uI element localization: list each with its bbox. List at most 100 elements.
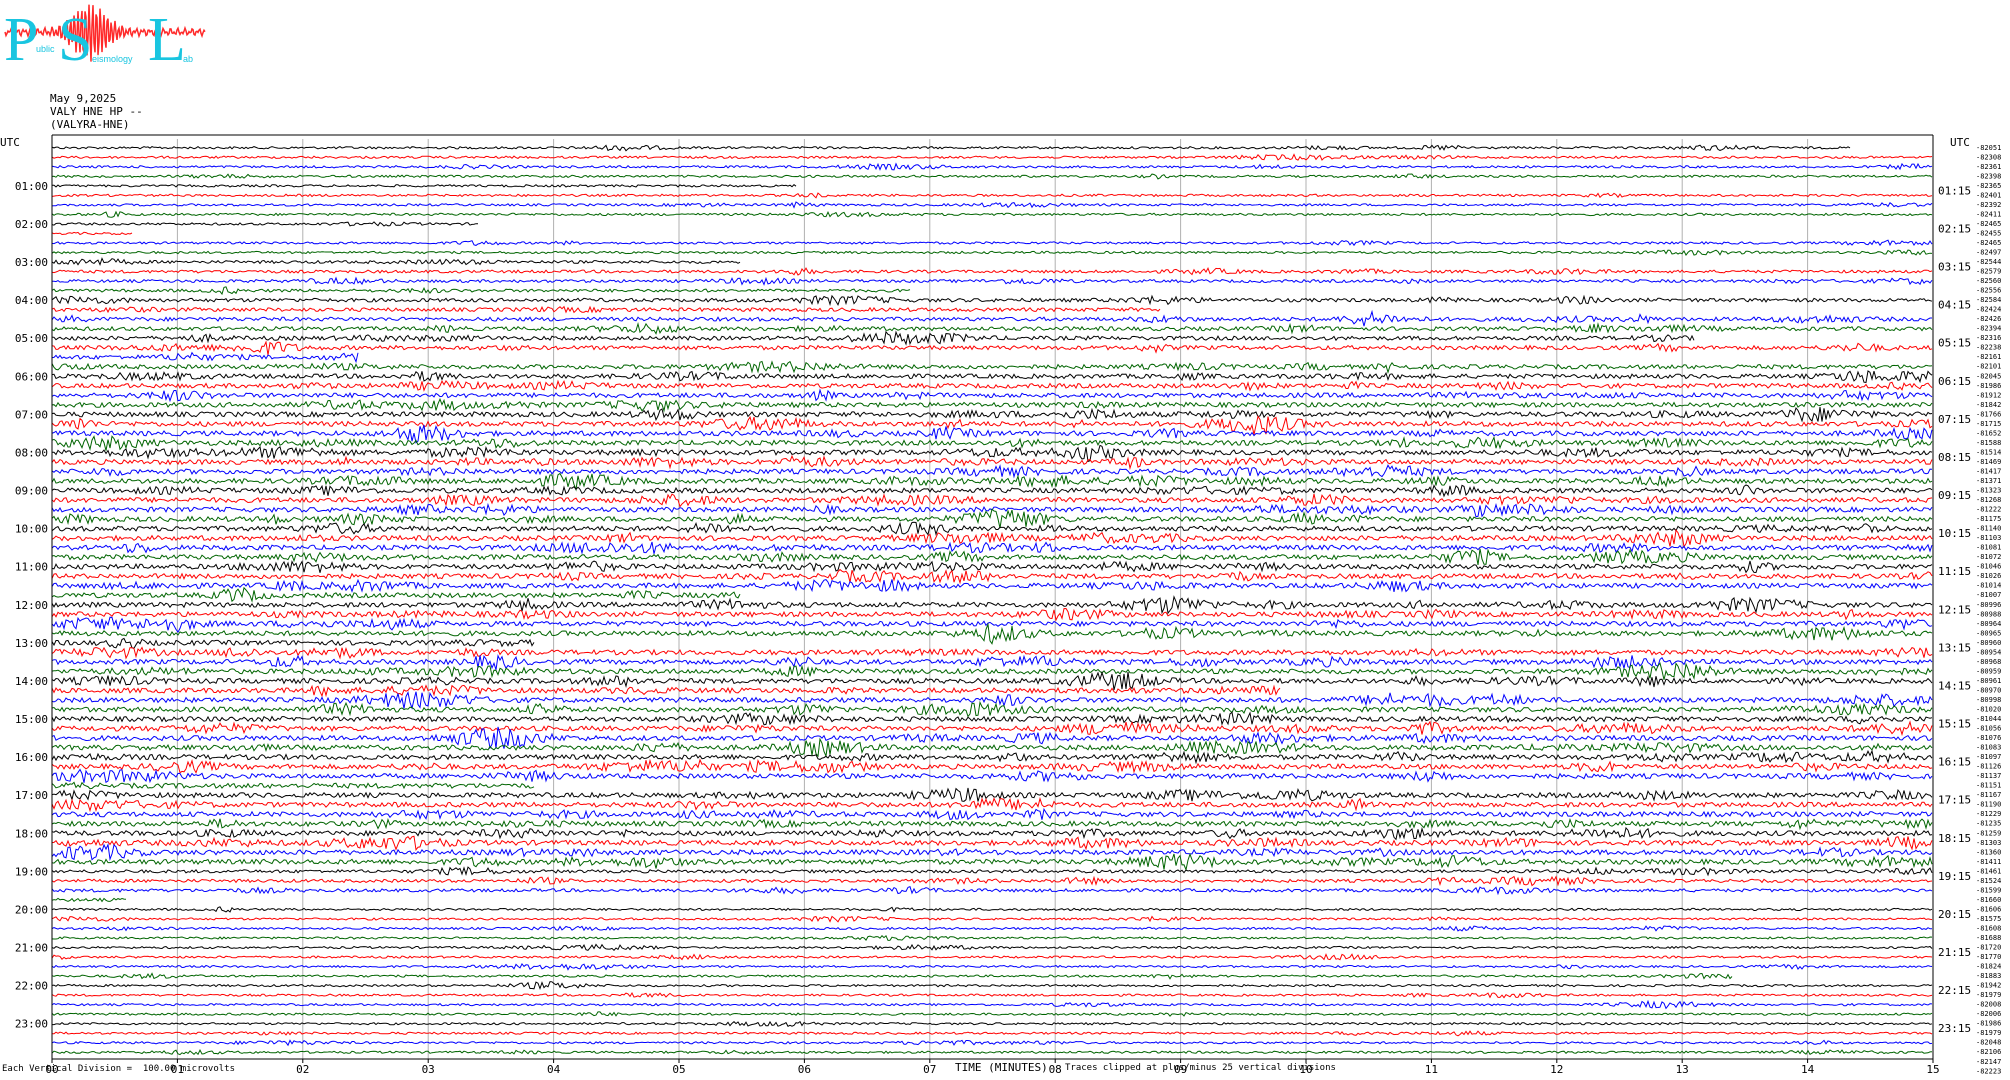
- trace-offset-label: -81842: [1976, 401, 2001, 409]
- left-hour-label: 14:00: [15, 675, 48, 688]
- seismic-trace: [51, 370, 1933, 384]
- x-tick-label: 15: [1926, 1063, 1939, 1076]
- seismic-trace: [51, 201, 1933, 209]
- trace-offset-label: -81461: [1976, 867, 2001, 875]
- left-hour-label: 02:00: [15, 218, 48, 231]
- trace-offset-label: -81072: [1976, 553, 2001, 561]
- right-hour-label: 05:15: [1938, 337, 1971, 350]
- seismic-trace: [51, 508, 1933, 529]
- trace-offset-label: -81014: [1976, 582, 2001, 590]
- right-hour-label: 23:15: [1938, 1022, 1971, 1035]
- x-tick-label: 07: [923, 1063, 936, 1076]
- trace-offset-label: -81720: [1976, 944, 2001, 952]
- right-hour-label: 09:15: [1938, 489, 1971, 502]
- left-hour-label: 10:00: [15, 523, 48, 536]
- trace-offset-label: -82238: [1976, 344, 2001, 352]
- right-hour-label: 13:15: [1938, 641, 1971, 654]
- seismic-trace: [51, 711, 1933, 726]
- right-hour-label: 16:15: [1938, 756, 1971, 769]
- trace-offset-label: -81026: [1976, 572, 2001, 580]
- seismic-trace: [51, 560, 1933, 574]
- seismic-trace: [51, 897, 127, 903]
- seismic-trace: [51, 192, 1933, 199]
- seismic-trace: [51, 781, 535, 790]
- seismic-trace: [51, 720, 1933, 737]
- seismic-trace: [51, 749, 1933, 765]
- trace-offset-label: -81514: [1976, 448, 2001, 456]
- seismic-trace: [51, 578, 1933, 593]
- seismic-trace: [51, 758, 1933, 774]
- seismic-trace: [51, 484, 1933, 498]
- x-tick-label: 08: [1049, 1063, 1062, 1076]
- left-hour-label: 16:00: [15, 751, 48, 764]
- trace-offset-label: -82147: [1976, 1058, 2001, 1066]
- trace-offset-label: -80988: [1976, 610, 2001, 618]
- left-hour-label: 15:00: [15, 713, 48, 726]
- seismic-trace: [51, 286, 911, 296]
- trace-offset-label: -81126: [1976, 763, 2001, 771]
- seismic-trace: [51, 424, 1933, 444]
- right-hour-label: 10:15: [1938, 527, 1971, 540]
- seismic-trace: [51, 796, 1933, 813]
- trace-offset-label: -81652: [1976, 429, 2001, 437]
- seismic-trace: [51, 637, 535, 649]
- trace-offset-label: -81986: [1976, 382, 2001, 390]
- seismic-trace: [51, 340, 1933, 356]
- seismic-trace: [51, 521, 1933, 536]
- right-hour-label: 22:15: [1938, 984, 1971, 997]
- trace-offset-label: -81259: [1976, 829, 2001, 837]
- seismic-trace: [51, 309, 1932, 327]
- left-hour-label: 20:00: [15, 903, 48, 916]
- trace-offset-label: -82556: [1976, 287, 2001, 295]
- seismic-trace: [51, 276, 1933, 286]
- seismic-trace: [51, 153, 1933, 161]
- right-hour-label: 21:15: [1938, 946, 1971, 959]
- seismic-trace: [51, 595, 1933, 615]
- seismic-trace: [51, 787, 1933, 802]
- right-hour-label: 15:15: [1938, 718, 1971, 731]
- trace-offset-label: -81588: [1976, 439, 2001, 447]
- trace-offset-label: -81083: [1976, 744, 2001, 752]
- vertical-division-note: Each Vertical Division = 100.00 microvol…: [2, 1064, 235, 1074]
- trace-group: [51, 144, 1933, 1056]
- trace-offset-label: -81608: [1976, 924, 2001, 932]
- seismic-trace: [51, 726, 1933, 750]
- trace-offset-label: -81575: [1976, 915, 2001, 923]
- trace-offset-labels: -82051-82308 -82361-82398 -82365-82401 -823…: [1976, 144, 2001, 1076]
- seismic-trace: [51, 875, 1933, 887]
- trace-offset-label: -80965: [1976, 629, 2001, 637]
- seismic-trace: [51, 210, 1933, 218]
- trace-offset-label: -80968: [1976, 658, 2001, 666]
- trace-offset-label: -82045: [1976, 372, 2001, 380]
- right-hour-label: 04:15: [1938, 299, 1971, 312]
- trace-offset-label: -82424: [1976, 306, 2001, 314]
- trace-offset-label: -82051: [1976, 144, 2001, 152]
- trace-offset-label: -82401: [1976, 191, 2001, 199]
- x-tick-label: 11: [1425, 1063, 1438, 1076]
- left-axis-title: UTC: [0, 136, 20, 149]
- clip-note: Traces clipped at plus/minus 25 vertical…: [1065, 1063, 1336, 1073]
- trace-offset-label: -82544: [1976, 258, 2001, 266]
- seismic-trace: [51, 379, 1933, 392]
- trace-offset-label: -80964: [1976, 620, 2001, 628]
- trace-offset-label: -82426: [1976, 315, 2001, 323]
- left-hour-label: 13:00: [15, 637, 48, 650]
- right-hour-label: 03:15: [1938, 261, 1971, 274]
- trace-offset-label: -81766: [1976, 410, 2001, 418]
- trace-offset-label: -82497: [1976, 248, 2001, 256]
- left-hour-label: 19:00: [15, 865, 48, 878]
- trace-offset-label: -81175: [1976, 515, 2001, 523]
- trace-offset-label: -81044: [1976, 715, 2001, 723]
- seismic-trace: [51, 852, 1933, 872]
- trace-offset-label: -81979: [1976, 1029, 2001, 1037]
- trace-offset-label: -81303: [1976, 839, 2001, 847]
- trace-offset-label: -81469: [1976, 458, 2001, 466]
- x-tick-label: 14: [1801, 1063, 1815, 1076]
- seismic-trace: [51, 548, 1933, 565]
- trace-offset-label: -81524: [1976, 877, 2001, 885]
- x-tick-label: 05: [672, 1063, 685, 1076]
- right-hour-label: 07:15: [1938, 413, 1971, 426]
- trace-offset-label: -81229: [1976, 810, 2001, 818]
- trace-offset-label: -81056: [1976, 725, 2001, 733]
- left-hour-label: 06:00: [15, 370, 48, 383]
